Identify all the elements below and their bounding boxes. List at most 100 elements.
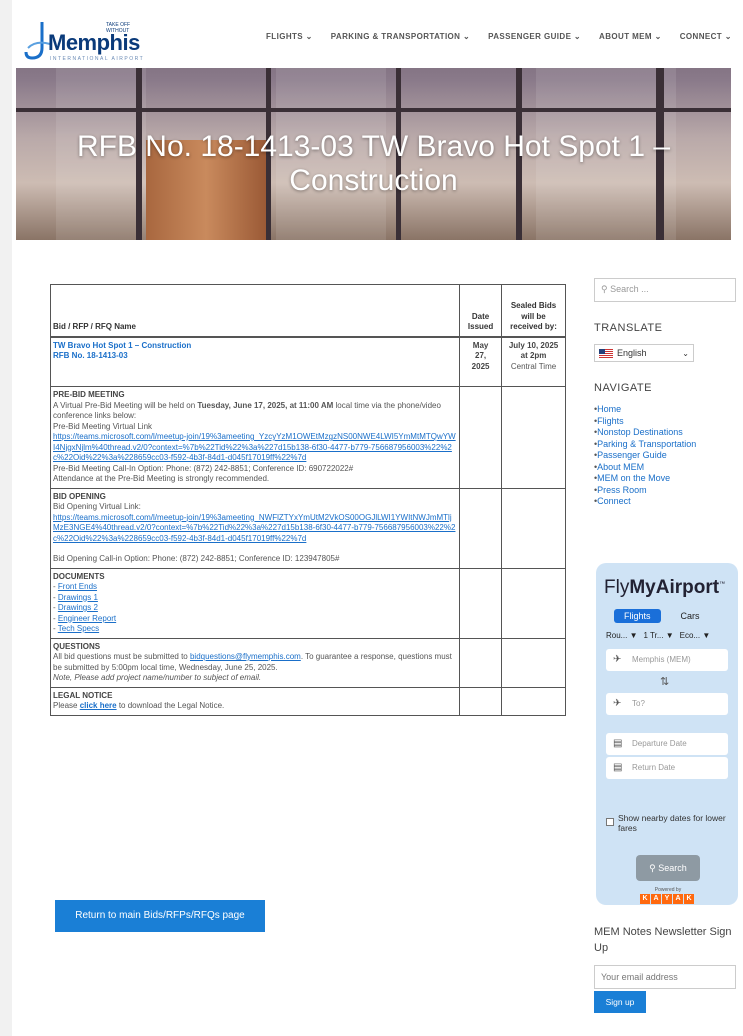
sidebar-item-passenger-guide[interactable]: Passenger Guide — [594, 450, 743, 462]
cabin-class-select[interactable]: Eco... ▼ — [680, 631, 711, 640]
widget-search-button[interactable]: ⚲ Search — [636, 855, 700, 881]
empty-cell — [459, 386, 503, 489]
newsletter-signup-button[interactable]: Sign up — [594, 991, 646, 1013]
tab-flights[interactable]: Flights — [614, 609, 661, 623]
us-flag-icon — [599, 348, 613, 358]
trip-type-value: Rou... — [606, 631, 628, 640]
kayak-letter: K — [684, 894, 694, 904]
kayak-letter: Y — [662, 894, 672, 904]
prebid-link-label: Pre-Bid Meeting Virtual Link — [53, 421, 153, 431]
swap-icon[interactable]: ⇅ — [660, 675, 669, 688]
site-logo[interactable]: TAKE OFF WITHOUT Memphis INTERNATIONAL A… — [24, 16, 154, 64]
nav-passenger-guide[interactable]: PASSENGER GUIDE — [488, 32, 581, 41]
nav-flights[interactable]: FLIGHTS — [266, 32, 313, 41]
search-input[interactable]: ⚲ Search ... — [594, 278, 736, 302]
nav-connect[interactable]: CONNECT — [680, 32, 732, 41]
return-date-field[interactable]: ▤ Return Date — [606, 757, 728, 779]
trip-options: Rou... ▼ 1 Tr... ▼ Eco... ▼ — [606, 631, 710, 640]
navigate-heading: NAVIGATE — [594, 382, 652, 394]
bid-opening-link[interactable]: https://teams.microsoft.com/l/meetup-joi… — [53, 513, 457, 545]
header-bid-name: Bid / RFP / RFQ Name — [49, 284, 461, 337]
bids-table: Bid / RFP / RFQ Name Date Issued Sealed … — [49, 284, 566, 716]
search-placeholder: Search ... — [610, 284, 649, 294]
sidebar-item-nonstop-destinations[interactable]: Nonstop Destinations — [594, 427, 743, 439]
date-year: 2025 — [471, 361, 490, 371]
doc-link-drawings-2[interactable]: Drawings 2 — [58, 603, 98, 612]
page-title: RFB No. 18-1413-03 TW Bravo Hot Spot 1 –… — [16, 130, 731, 198]
legal-notice-link[interactable]: click here — [80, 701, 117, 710]
return-to-bids-button[interactable]: Return to main Bids/RFPs/RFQs page — [55, 900, 265, 932]
sidebar-item-about-mem[interactable]: About MEM — [594, 462, 743, 474]
tab-cars[interactable]: Cars — [677, 609, 704, 623]
table-header-row: Bid / RFP / RFQ Name Date Issued Sealed … — [49, 284, 566, 337]
trip-type-select[interactable]: Rou... ▼ — [606, 631, 637, 640]
legal-notice-text: Please click here to download the Legal … — [53, 701, 457, 712]
header-date-issued: Date Issued — [459, 284, 503, 337]
translate-heading: TRANSLATE — [594, 322, 663, 334]
sidebar-item-flights[interactable]: Flights — [594, 416, 743, 428]
doc-link-tech-specs[interactable]: Tech Specs — [58, 624, 99, 633]
documents-cell: DOCUMENTS - Front Ends - Drawings 1 - Dr… — [49, 567, 461, 639]
legal-text-b: to download the Legal Notice. — [116, 701, 225, 710]
document-item: - Drawings 1 — [53, 592, 98, 602]
sealed-timezone: Central Time — [510, 361, 557, 371]
bid-questions-email-link[interactable]: bidquestions@flymemphis.com — [190, 652, 301, 661]
prebid-heading: PRE-BID MEETING — [53, 390, 125, 399]
nav-about-mem[interactable]: ABOUT MEM — [599, 32, 662, 41]
header-sealed-bids: Sealed Bids will be received by: — [501, 284, 566, 337]
table-row: PRE-BID MEETING A Virtual Pre-Bid Meetin… — [49, 386, 566, 489]
table-row: DOCUMENTS - Front Ends - Drawings 1 - Dr… — [49, 567, 566, 639]
logo-subtitle: INTERNATIONAL AIRPORT — [50, 56, 145, 62]
empty-cell — [459, 637, 503, 688]
brand-trademark: ™ — [719, 581, 726, 588]
chevron-down-icon: ⌄ — [682, 348, 689, 358]
origin-value: Memphis (MEM) — [632, 655, 691, 664]
newsletter-email-input[interactable]: Your email address — [594, 965, 736, 989]
travelers-select[interactable]: 1 Tr... ▼ — [643, 631, 673, 640]
questions-note: Note, Please add project name/number to … — [53, 673, 262, 682]
sidebar-nav: Home Flights Nonstop Destinations Parkin… — [594, 404, 743, 508]
site-header: TAKE OFF WITHOUT Memphis INTERNATIONAL A… — [16, 12, 731, 68]
table-row: TW Bravo Hot Spot 1 – Construction RFB N… — [49, 336, 566, 387]
destination-field[interactable]: ✈ To? — [606, 693, 728, 715]
prebid-text: A Virtual Pre-Bid Meeting will be held o… — [53, 401, 457, 422]
departure-date-field[interactable]: ▤ Departure Date — [606, 733, 728, 755]
sidebar-item-press-room[interactable]: Press Room — [594, 485, 743, 497]
brand-fly: Fly — [604, 577, 630, 598]
widget-tabs: Flights Cars — [614, 609, 704, 623]
page-title-line1: RFB No. 18-1413-03 TW Bravo Hot Spot 1 – — [76, 130, 671, 163]
sealed-date: July 10, 2025 — [508, 340, 559, 350]
kayak-letter: A — [673, 894, 683, 904]
departure-placeholder: Departure Date — [632, 739, 687, 748]
search-icon: ⚲ — [601, 284, 608, 294]
origin-field[interactable]: ✈ Memphis (MEM) — [606, 649, 728, 671]
prebid-callin: Pre-Bid Meeting Call-In Option: Phone: (… — [53, 463, 354, 473]
nearby-dates-checkbox[interactable] — [606, 818, 614, 826]
legal-notice-heading: LEGAL NOTICE — [53, 690, 113, 700]
bid-number: RFB No. 18-1413-03 — [53, 351, 128, 360]
powered-by-label: Powered by — [654, 887, 682, 893]
questions-heading: QUESTIONS — [53, 641, 101, 651]
sidebar-item-mem-on-the-move[interactable]: MEM on the Move — [594, 473, 743, 485]
bid-title-link[interactable]: TW Bravo Hot Spot 1 – Construction — [53, 341, 457, 352]
empty-cell — [501, 386, 566, 489]
sidebar-item-connect[interactable]: Connect — [594, 496, 743, 508]
date-month: May — [472, 340, 489, 350]
language-select[interactable]: English ⌄ — [594, 344, 694, 362]
doc-link-front-ends[interactable]: Front Ends — [58, 582, 97, 591]
empty-cell — [459, 487, 503, 569]
empty-cell — [459, 567, 503, 639]
document-item: - Drawings 2 — [53, 603, 98, 612]
sidebar-item-home[interactable]: Home — [594, 404, 743, 416]
doc-link-engineer-report[interactable]: Engineer Report — [58, 614, 116, 623]
prebid-meeting-link[interactable]: https://teams.microsoft.com/l/meetup-joi… — [53, 432, 457, 464]
nav-parking-transportation[interactable]: PARKING & TRANSPORTATION — [331, 32, 470, 41]
kayak-logo[interactable]: K A Y A K — [640, 894, 694, 904]
bid-opening-callin: Bid Opening Call-in Option: Phone: (872)… — [53, 554, 340, 563]
sidebar-item-parking-transportation[interactable]: Parking & Transportation — [594, 439, 743, 451]
doc-link-drawings-1[interactable]: Drawings 1 — [58, 593, 98, 602]
questions-cell: QUESTIONS All bid questions must be subm… — [49, 637, 461, 688]
newsletter-heading: MEM Notes Newsletter Sign Up — [594, 926, 732, 954]
bid-opening-heading: BID OPENING — [53, 491, 106, 501]
